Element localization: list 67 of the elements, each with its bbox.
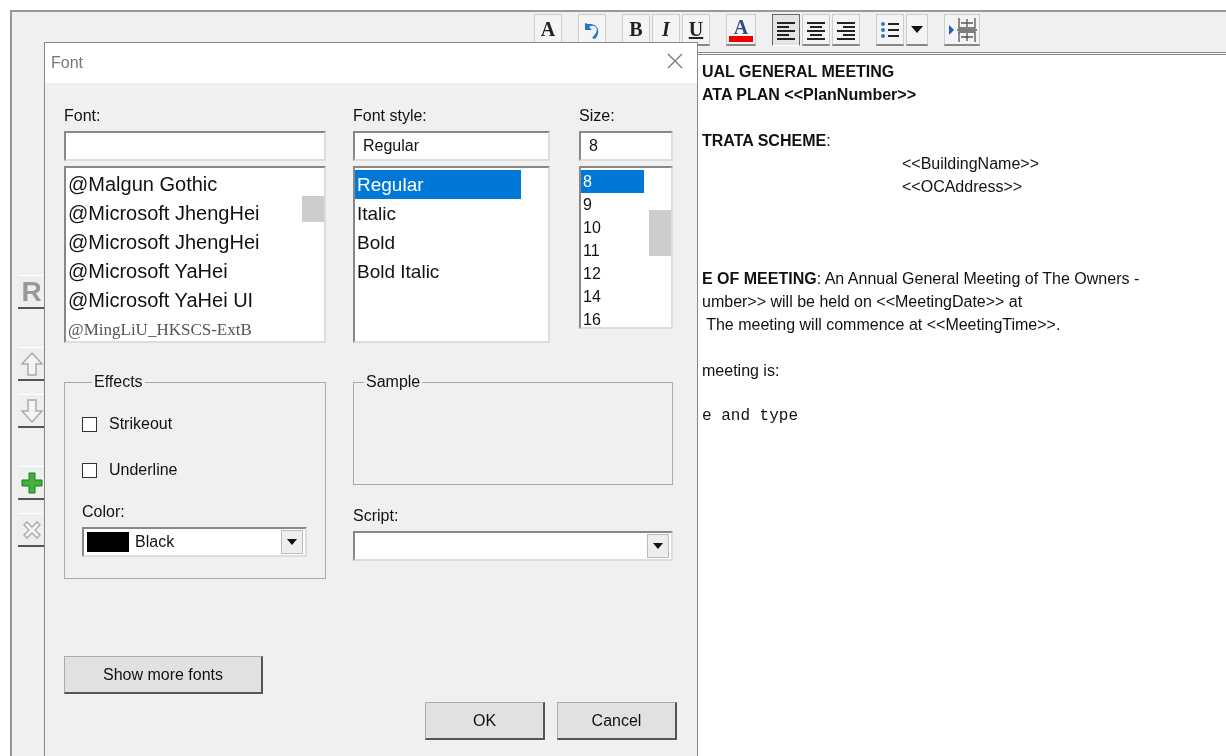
plus-icon — [19, 470, 44, 495]
align-left-icon — [775, 20, 797, 40]
effects-label: Effects — [93, 373, 144, 391]
close-icon[interactable] — [667, 53, 683, 69]
size-field[interactable]: 8 — [579, 131, 673, 161]
document-text: E OF MEETING: An Annual General Meeting of The Owners - — [702, 270, 1140, 287]
font-list-item[interactable]: @MingLiU_HKSCS-ExtB — [66, 315, 302, 341]
document-text: ATA PLAN <<PlanNumber>> — [702, 86, 916, 103]
document-text: umber>> will be held on <<MeetingDate>> at — [702, 293, 1023, 310]
checkbox[interactable] — [82, 462, 97, 478]
add-button[interactable] — [18, 466, 45, 500]
document-text: UAL GENERAL MEETING — [702, 63, 895, 80]
bullet-list-button[interactable] — [876, 14, 904, 46]
document-text: e and type — [702, 407, 798, 425]
font-style-item[interactable]: Italic — [355, 199, 521, 228]
document-text: TRATA SCHEME: — [702, 132, 831, 149]
document-text: The meeting will commence at <<MeetingTime>>. — [705, 316, 1061, 333]
caret-icon — [911, 25, 923, 34]
size-label: Size: — [579, 107, 615, 125]
size-item[interactable]: 14 — [581, 285, 644, 308]
align-right-icon — [835, 19, 857, 40]
font-list-item[interactable]: @Microsoft YaHei UI — [66, 286, 302, 315]
show-more-fonts-button[interactable]: Show more fonts — [64, 656, 263, 694]
font-list[interactable]: @Malgun Gothic @Microsoft JhengHei @Microsoft JhengHei @Microsoft YaHei @Microsoft YaHei UI @MingLiU_HKSCS-ExtB — [64, 166, 326, 343]
size-list[interactable]: 8 9 10 11 12 14 16 — [579, 166, 673, 329]
align-right-button[interactable] — [832, 14, 860, 46]
font-list-item[interactable]: @Malgun Gothic — [66, 170, 302, 199]
ok-button[interactable]: OK — [425, 702, 545, 740]
table-row-icon — [947, 15, 977, 44]
bullet-list-icon — [879, 19, 901, 40]
list-dropdown-button[interactable] — [906, 14, 928, 46]
document-text: <<OCAddress>> — [902, 178, 1023, 195]
size-item[interactable]: 12 — [581, 262, 644, 285]
cancel-button[interactable]: Cancel — [557, 702, 677, 740]
insert-row-button[interactable] — [944, 14, 980, 46]
underline-button[interactable]: U — [682, 14, 710, 46]
dialog-title: Font — [51, 54, 83, 72]
size-item[interactable]: 11 — [581, 239, 644, 262]
font-list-item[interactable]: @Microsoft YaHei — [66, 257, 302, 286]
color-label: Color: — [82, 503, 126, 521]
size-item[interactable]: 10 — [581, 216, 644, 239]
font-style-item[interactable]: Regular — [355, 170, 521, 199]
font-list-item[interactable]: @Microsoft JhengHei — [66, 228, 302, 257]
size-item[interactable]: 8 — [581, 170, 644, 193]
font-style-list[interactable]: Regular Italic Bold Bold Italic — [353, 166, 550, 343]
font-label: Font: — [64, 107, 101, 125]
font-color-button[interactable]: A — [726, 14, 756, 46]
font-style-field[interactable]: Regular — [353, 131, 550, 161]
align-center-icon — [805, 19, 827, 40]
font-name-field[interactable] — [64, 131, 326, 161]
font-style-item[interactable]: Bold Italic — [355, 257, 521, 286]
checkbox[interactable] — [82, 416, 97, 432]
align-left-button[interactable] — [772, 14, 800, 46]
align-center-button[interactable] — [802, 14, 830, 46]
font-style-item[interactable]: Bold — [355, 228, 521, 257]
font-style-label: Font style: — [353, 107, 427, 125]
document-text: <<BuildingName>> — [902, 155, 1039, 172]
font-list-item[interactable]: @Microsoft JhengHei — [66, 199, 302, 228]
color-dropdown[interactable]: Black — [82, 527, 307, 557]
sample-label: Sample — [365, 373, 422, 391]
document-text: meeting is: — [702, 362, 780, 379]
script-dropdown[interactable] — [353, 531, 673, 561]
size-item[interactable]: 9 — [581, 193, 644, 216]
script-label: Script: — [353, 507, 400, 525]
size-item[interactable]: 16 — [581, 308, 644, 327]
checkbox-option[interactable]: Strikeout — [82, 411, 325, 437]
checkbox-option[interactable]: Underline — [82, 457, 325, 483]
